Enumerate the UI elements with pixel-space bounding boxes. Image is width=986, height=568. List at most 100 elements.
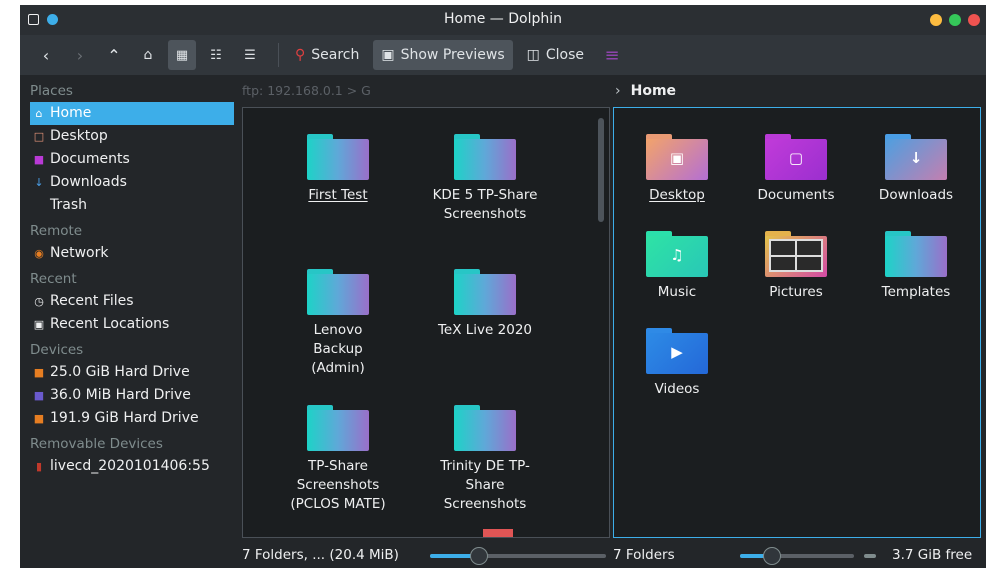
folder-name: Downloads — [878, 187, 954, 203]
folder-item[interactable]: KDE 5 TP-Share Screenshots — [425, 134, 545, 224]
right-view-pane[interactable]: ▣ Desktop ▢ Documents ↓ Downloads ♫ Musi… — [613, 107, 981, 538]
toolbar: ‹ › ⌃ ⌂ ▦ ☷ ☰ ⚲ Search ▣ Show Previews ◫… — [20, 35, 986, 75]
left-scrollbar[interactable] — [598, 118, 604, 222]
right-zoom-slider[interactable] — [740, 547, 854, 565]
breadcrumb-home[interactable]: Home — [631, 83, 676, 99]
drive-icon: ■ — [33, 389, 45, 402]
forward-icon: › — [76, 45, 84, 65]
templates-folder-icon — [885, 231, 947, 277]
drive-icon: ■ — [33, 412, 45, 425]
hamburger-menu-button[interactable]: ≡ — [598, 40, 626, 70]
sidebar-item-label: 191.9 GiB Hard Drive — [50, 410, 199, 426]
close-label: Close — [545, 47, 584, 63]
compact-view-icon: ☷ — [210, 47, 222, 63]
home-button[interactable]: ⌂ — [134, 40, 162, 70]
folder-icon — [454, 405, 516, 451]
folder-item[interactable]: Lenovo Backup (Admin) — [278, 269, 398, 378]
sidebar-item-documents[interactable]: ■ Documents — [20, 148, 236, 171]
sidebar-item-home[interactable]: ⌂ Home — [30, 102, 234, 125]
documents-icon: ■ — [33, 153, 45, 166]
search-button[interactable]: ⚲ Search — [287, 40, 367, 70]
folder-item[interactable]: Pictures — [736, 231, 856, 302]
sidebar-item-label: Home — [50, 105, 92, 121]
sidebar-item-label: Recent Locations — [50, 316, 170, 332]
close-split-button[interactable]: ◫ Close — [519, 40, 592, 70]
close-window-button[interactable] — [968, 14, 980, 26]
folder-name: Lenovo Backup (Admin) — [311, 322, 365, 376]
sidebar-item-drive-1[interactable]: ■ 25.0 GiB Hard Drive — [20, 361, 236, 384]
toolbar-separator — [278, 43, 279, 67]
sidebar-item-livecd[interactable]: ▮ livecd_2020101406:55 — [20, 455, 236, 478]
home-icon: ⌂ — [35, 107, 43, 120]
forward-button[interactable]: › — [66, 40, 94, 70]
sidebar-item-trash[interactable]: Trash — [20, 194, 236, 217]
usb-icon: ▮ — [35, 460, 43, 473]
sidebar-item-network[interactable]: ◉ Network — [20, 242, 236, 265]
folder-name: TP-Share Screenshots (PCLOS MATE) — [290, 458, 386, 512]
sidebar-item-label: Downloads — [50, 174, 127, 190]
preview-icon: ▣ — [381, 47, 395, 63]
folder-item[interactable]: ♫ Music — [617, 231, 737, 302]
folder-item[interactable]: Templates — [856, 231, 976, 302]
documents-folder-icon: ▢ — [765, 134, 827, 180]
folder-item[interactable]: Trinity DE TP-Share Screenshots — [425, 405, 545, 514]
home-icon: ⌂ — [143, 47, 153, 63]
right-status-text: 7 Folders — [613, 547, 675, 563]
details-view-icon: ☰ — [244, 47, 256, 63]
folder-item[interactable]: First Test — [278, 134, 398, 205]
sidebar-item-label: Recent Files — [50, 293, 134, 309]
sidebar-item-label: Desktop — [50, 128, 108, 144]
folder-name: Trinity DE TP-Share Screenshots — [440, 458, 530, 512]
folder-item[interactable]: ▣ Desktop — [617, 134, 737, 205]
window-controls — [930, 14, 980, 26]
right-breadcrumb[interactable]: › Home — [615, 80, 985, 102]
right-zoom-handle[interactable] — [763, 547, 781, 565]
hamburger-menu-icon: ≡ — [604, 44, 620, 66]
minimize-button[interactable] — [930, 14, 942, 26]
left-view-pane[interactable]: First Test KDE 5 TP-Share Screenshots Le… — [242, 107, 610, 538]
left-zoom-slider[interactable] — [430, 547, 606, 565]
details-view-button[interactable]: ☰ — [236, 40, 264, 70]
back-button[interactable]: ‹ — [32, 40, 60, 70]
show-previews-button[interactable]: ▣ Show Previews — [373, 40, 513, 70]
places-panel: Places ⌂ Home □ Desktop ■ Documents ↓ Downlo… — [20, 77, 236, 568]
folder-name: Music — [657, 284, 697, 300]
sidebar-item-drive-2[interactable]: ■ 36.0 MiB Hard Drive — [20, 384, 236, 407]
desktop-icon: □ — [33, 130, 45, 143]
desktop-folder-icon: ▣ — [646, 134, 708, 180]
partial-folder-icon[interactable] — [483, 529, 513, 537]
left-breadcrumb[interactable]: ftp: 192.168.0.1 > G — [242, 80, 612, 102]
folder-item[interactable]: ↓ Downloads — [856, 134, 976, 205]
pictures-folder-icon — [765, 231, 827, 277]
sidebar-item-drive-3[interactable]: ■ 191.9 GiB Hard Drive — [20, 407, 236, 430]
music-folder-icon: ♫ — [646, 231, 708, 277]
folder-icon — [454, 134, 516, 180]
up-button[interactable]: ⌃ — [100, 40, 128, 70]
sidebar-item-downloads[interactable]: ↓ Downloads — [20, 171, 236, 194]
sidebar-item-recent-locations[interactable]: ▣ Recent Locations — [20, 313, 236, 336]
folder-item[interactable]: TeX Live 2020 — [425, 269, 545, 340]
free-space-bar — [864, 554, 876, 558]
split-close-icon: ◫ — [526, 47, 540, 63]
compact-view-button[interactable]: ☷ — [202, 40, 230, 70]
places-header: Places — [30, 83, 73, 99]
folder-item[interactable]: ▶ Videos — [617, 328, 737, 399]
left-zoom-handle[interactable] — [470, 547, 488, 565]
sidebar-item-label: Network — [50, 245, 109, 261]
sidebar-item-recent-files[interactable]: ◷ Recent Files — [20, 290, 236, 313]
remote-header: Remote — [30, 223, 83, 239]
folder-name: KDE 5 TP-Share Screenshots — [432, 187, 538, 222]
folder-name: First Test — [308, 187, 368, 203]
sidebar-item-label: livecd_2020101406:55 — [50, 458, 210, 474]
chevron-right-icon: › — [615, 83, 621, 99]
title-bar: Home — Dolphin — [20, 5, 986, 35]
window-title: Home — Dolphin — [443, 11, 562, 27]
maximize-button[interactable] — [949, 14, 961, 26]
show-previews-label: Show Previews — [400, 47, 505, 63]
downloads-icon: ↓ — [34, 176, 44, 189]
icons-view-button[interactable]: ▦ — [168, 40, 196, 70]
sidebar-item-desktop[interactable]: □ Desktop — [20, 125, 236, 148]
folder-item[interactable]: TP-Share Screenshots (PCLOS MATE) — [278, 405, 398, 514]
search-label: Search — [311, 47, 360, 63]
folder-item[interactable]: ▢ Documents — [736, 134, 856, 205]
